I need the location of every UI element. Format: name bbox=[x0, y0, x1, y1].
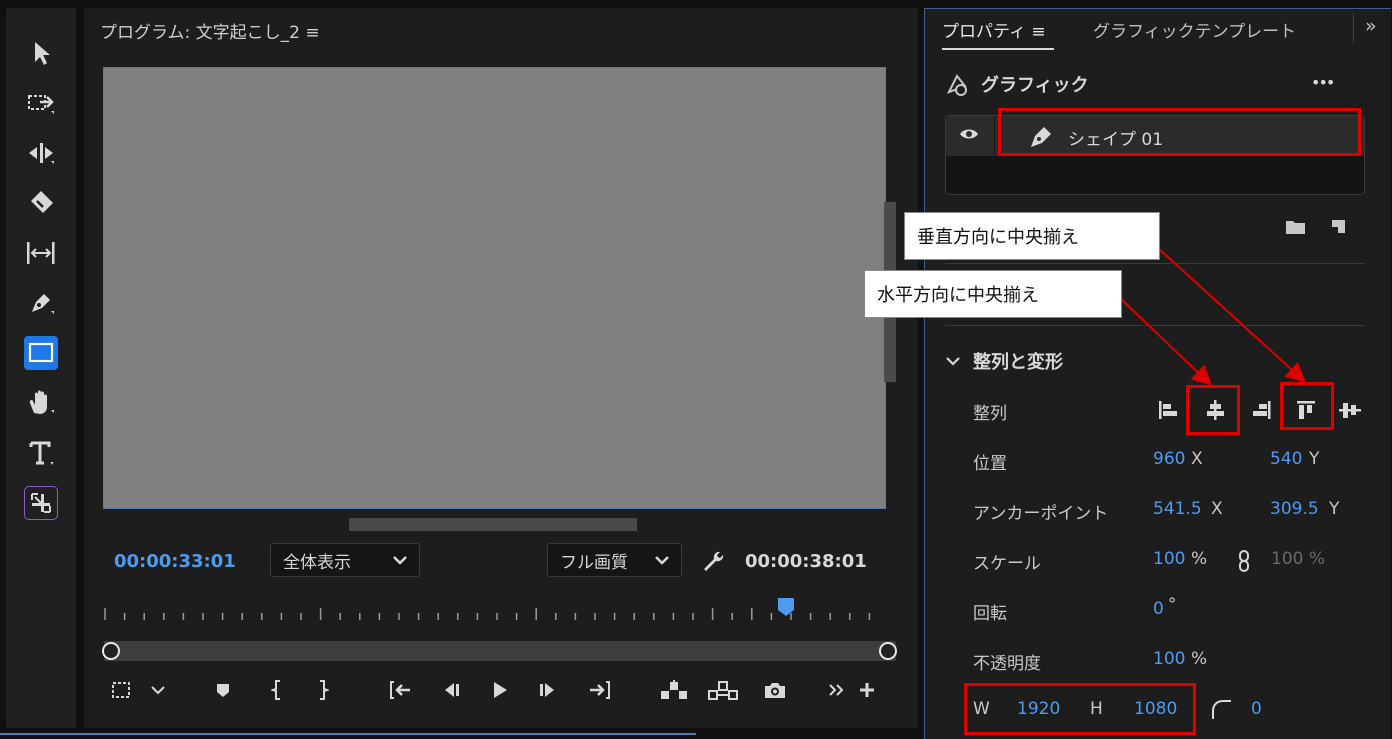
timeline-panel-edge bbox=[0, 733, 696, 738]
callout-vertical-center: 垂直方向に中央揃え bbox=[904, 212, 1160, 260]
callout-horizontal-center: 水平方向に中央揃え bbox=[864, 270, 1122, 318]
annotation-arrows bbox=[1119, 247, 1306, 386]
